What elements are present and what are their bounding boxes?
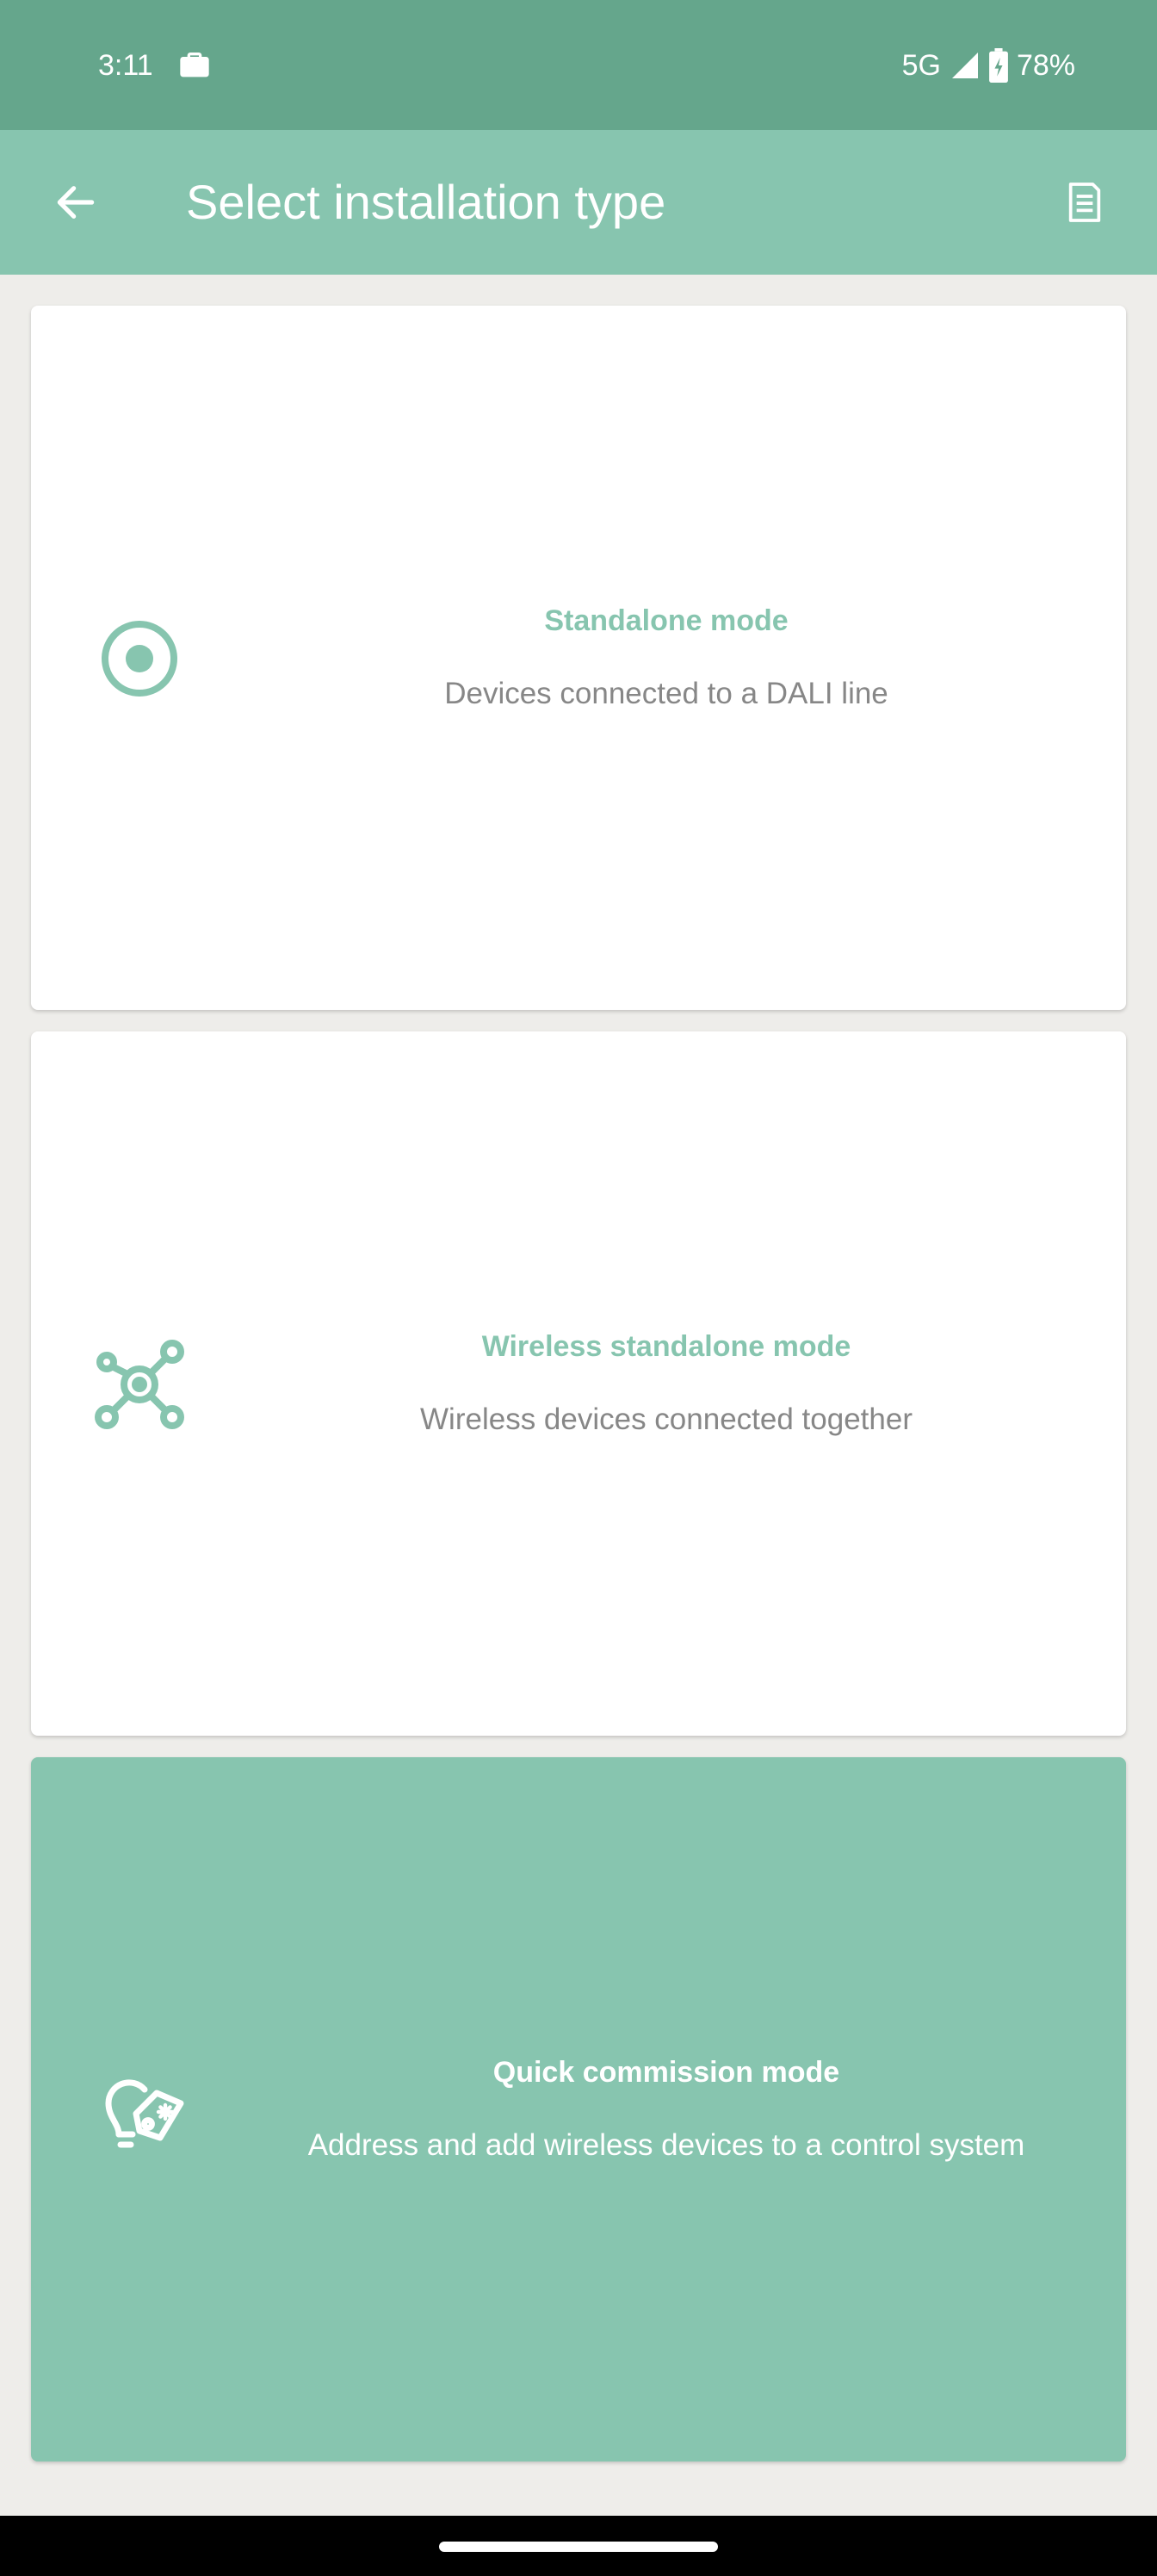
app-bar: Select installation type: [0, 130, 1157, 275]
card-title: Wireless standalone mode: [481, 1330, 851, 1363]
bulb-tag-icon: [91, 2062, 188, 2158]
navigation-bar: [0, 2516, 1157, 2576]
card-title: Quick commission mode: [492, 2056, 840, 2089]
card-text: Wireless standalone mode Wireless device…: [207, 1031, 1126, 1736]
status-indicators: 5G 78%: [902, 45, 1075, 86]
briefcase-icon: [177, 48, 212, 83]
standalone-mode-card[interactable]: Standalone mode Devices connected to a D…: [31, 306, 1126, 1010]
wireless-standalone-mode-card[interactable]: Wireless standalone mode Wireless device…: [31, 1031, 1126, 1736]
card-text: Quick commission mode Address and add wi…: [207, 1757, 1126, 2461]
status-time: 3:11: [98, 49, 153, 82]
battery-icon: [989, 48, 1008, 83]
back-button[interactable]: [38, 164, 114, 240]
document-button[interactable]: [1047, 164, 1123, 240]
page-title: Select installation type: [186, 175, 666, 229]
card-text: Standalone mode Devices connected to a D…: [207, 306, 1126, 1010]
card-description: Devices connected to a DALI line: [444, 677, 888, 710]
quick-commission-mode-card[interactable]: Quick commission mode Address and add wi…: [31, 1757, 1126, 2461]
network-type: 5G: [901, 49, 941, 82]
card-title: Standalone mode: [544, 604, 789, 637]
signal-icon: [950, 50, 981, 81]
home-gesture-handle[interactable]: [439, 2542, 718, 2552]
network-nodes-icon: [91, 1336, 188, 1433]
battery-percent: 78%: [1016, 49, 1075, 82]
status-bar: 3:11 5G 78%: [0, 0, 1157, 130]
document-icon: [1068, 183, 1101, 222]
card-description: Address and add wireless devices to a co…: [307, 2128, 1025, 2162]
radio-target-icon: [91, 610, 188, 707]
arrow-back-icon: [57, 186, 95, 219]
card-description: Wireless devices connected together: [420, 1403, 913, 1436]
